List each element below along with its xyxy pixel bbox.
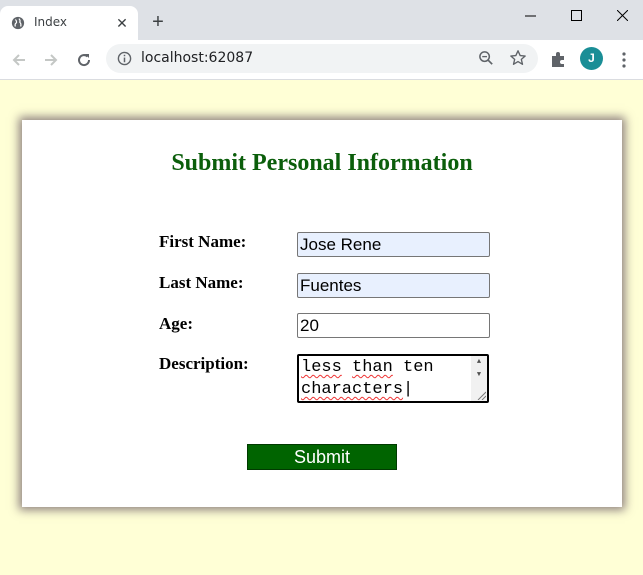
globe-icon [11,16,25,30]
back-icon[interactable] [9,50,29,70]
description-label: Description: [159,354,249,373]
browser-toolbar: localhost:62087 J [0,40,643,80]
first-name-input[interactable]: Jose Rene [297,232,490,257]
description-text: less than ten characters| [301,358,434,399]
last-name-label: Last Name: [159,273,244,292]
age-input[interactable]: 20 [297,313,490,338]
maximize-icon[interactable] [553,0,599,30]
last-name-input[interactable]: Fuentes [297,273,490,298]
window-close-icon[interactable] [599,0,643,30]
puzzle-icon[interactable] [549,49,569,69]
tab-index[interactable]: Index ✕ [0,6,138,40]
tab-title: Index [34,15,68,29]
scroll-up-icon[interactable]: ▲ [475,358,483,366]
form-card: Submit Personal Information First Name: … [22,120,622,507]
avatar[interactable]: J [580,47,603,70]
info-icon[interactable] [117,51,132,66]
url-text[interactable]: localhost:62087 [141,50,253,66]
tab-strip: Index ✕ + [0,0,643,40]
resize-grip-icon[interactable] [476,390,486,400]
first-name-label: First Name: [159,232,247,251]
star-icon[interactable] [509,49,527,67]
scroll-down-icon[interactable]: ▼ [475,371,483,379]
plus-icon[interactable]: + [148,12,168,32]
submit-button[interactable]: Submit [247,444,397,470]
forward-icon[interactable] [41,50,61,70]
age-label: Age: [159,314,193,333]
minimize-icon[interactable] [507,0,553,30]
kebab-menu-icon[interactable] [617,50,631,70]
address-bar[interactable]: localhost:62087 [106,44,538,73]
page-title: Submit Personal Information [171,150,473,176]
zoom-icon[interactable] [478,50,495,67]
close-icon[interactable]: ✕ [114,15,130,31]
description-textarea[interactable]: less than ten characters| ▲ ▼ [297,354,489,403]
reload-icon[interactable] [74,50,94,70]
